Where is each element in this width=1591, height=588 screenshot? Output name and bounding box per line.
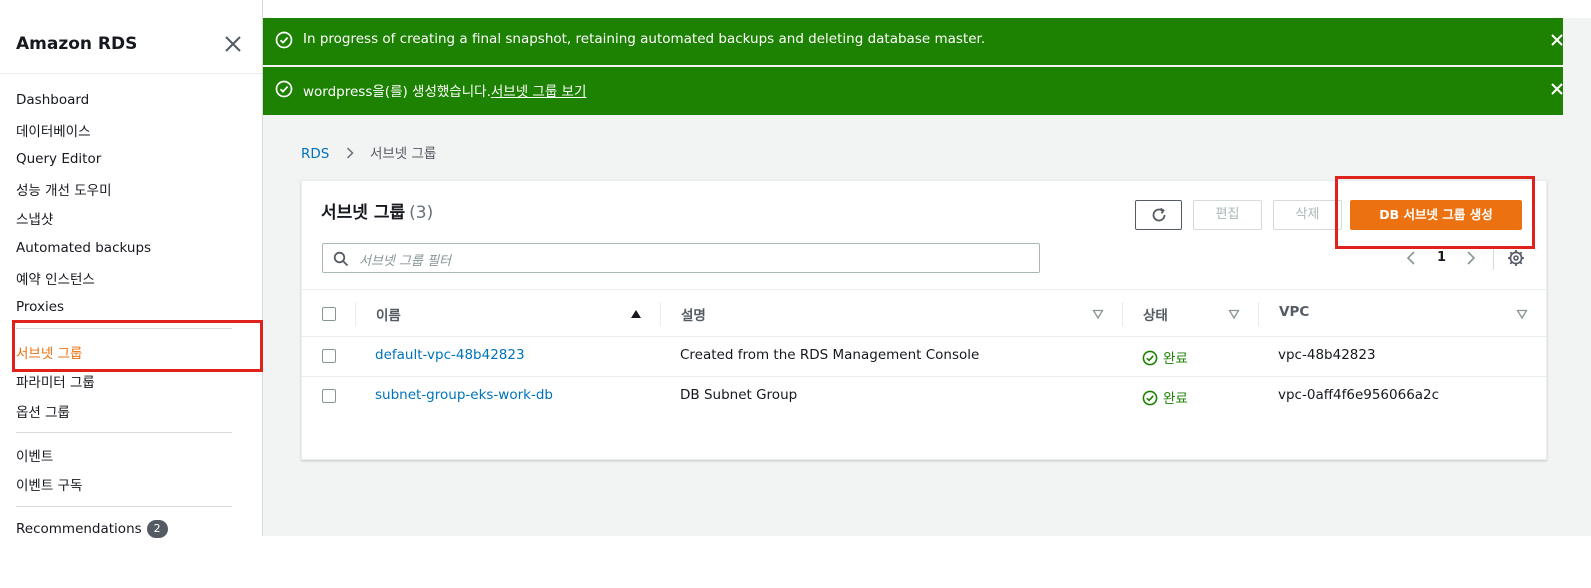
table-header: 이름 설명 상태 VPC [302,289,1546,337]
refresh-icon [1152,207,1165,222]
sidebar-divider [16,506,232,507]
sidebar-item-query-editor[interactable]: Query Editor [16,151,101,167]
flash-message-text: wordpress을(를) 생성했습니다. [303,84,491,100]
sidebar-item-option-groups[interactable]: 옵션 그룹 [16,401,70,421]
flash-message: In progress of creating a final snapshot… [303,31,986,47]
breadcrumb: RDS 서브넷 그룹 [301,142,436,162]
column-divider [1122,302,1123,326]
subnet-group-description: Created from the RDS Management Console [680,347,980,363]
sidebar-header: Amazon RDS [0,0,262,74]
gear-icon[interactable] [1507,249,1525,267]
main-content: In progress of creating a final snapshot… [263,18,1591,536]
table-row[interactable]: default-vpc-48b42823 Created from the RD… [302,337,1546,377]
sidebar-divider [16,432,232,433]
count-badge: 2 [146,520,168,538]
flash-message: wordpress을(를) 생성했습니다.서브넷 그룹 보기 [303,80,586,100]
chevron-left-icon[interactable] [1404,249,1418,267]
select-all-checkbox[interactable] [322,307,336,321]
highlight-box [12,320,263,372]
panel-title: 서브넷 그룹 (3) [321,198,433,223]
subnet-group-name-link[interactable]: default-vpc-48b42823 [375,347,525,363]
delete-button[interactable]: 삭제 [1273,200,1342,230]
sort-icon[interactable] [1092,308,1104,320]
check-circle-icon [275,80,293,98]
panel-count: (3) [409,203,434,223]
sidebar-item-event-subscriptions[interactable]: 이벤트 구독 [16,474,82,494]
status-text: 완료 [1163,391,1188,407]
close-icon[interactable] [1549,80,1565,98]
sidebar-item-automated-backups[interactable]: Automated backups [16,240,151,256]
chevron-right-icon [346,147,354,159]
sidebar-item-events[interactable]: 이벤트 [16,445,53,465]
status-badge: 완료 [1142,347,1188,367]
breadcrumb-current: 서브넷 그룹 [369,146,437,162]
close-icon[interactable] [222,33,244,55]
sidebar-title: Amazon RDS [16,34,138,54]
flash-notification-progress: In progress of creating a final snapshot… [263,18,1563,65]
sidebar-item-snapshots[interactable]: 스냅샷 [16,208,53,228]
subnet-group-description: DB Subnet Group [680,387,798,403]
status-badge: 완료 [1142,387,1188,407]
view-subnet-groups-link[interactable]: 서브넷 그룹 보기 [491,84,587,100]
column-header-name[interactable]: 이름 [376,304,401,324]
subnet-group-name-link[interactable]: subnet-group-eks-work-db [375,387,553,403]
check-circle-icon [1142,350,1158,366]
flash-notification-success: wordpress을(를) 생성했습니다.서브넷 그룹 보기 [263,67,1563,115]
sidebar-item-parameter-groups[interactable]: 파라미터 그룹 [16,371,95,391]
sort-icon[interactable] [1228,308,1240,320]
rds-console: Amazon RDS Dashboard 데이터베이스 Query Editor… [0,0,1591,588]
table-row[interactable]: subnet-group-eks-work-db DB Subnet Group… [302,377,1546,417]
column-header-vpc[interactable]: VPC [1279,304,1309,320]
chevron-right-icon[interactable] [1464,249,1478,267]
column-header-status[interactable]: 상태 [1143,304,1168,324]
vpc-id: vpc-0aff4f6e956066a2c [1278,387,1440,403]
edit-button[interactable]: 편집 [1193,200,1262,230]
divider [1493,246,1494,270]
status-text: 완료 [1163,351,1188,367]
sidebar-item-performance-insights[interactable]: 성능 개선 도우미 [16,179,112,199]
panel-title-text: 서브넷 그룹 [321,203,406,223]
highlight-box [1335,176,1535,249]
breadcrumb-rds-link[interactable]: RDS [301,146,329,162]
column-header-description[interactable]: 설명 [681,304,706,324]
sort-ascending-icon[interactable] [630,308,642,320]
current-page[interactable]: 1 [1437,250,1446,265]
row-checkbox[interactable] [322,349,336,363]
sidebar-item-recommendations[interactable]: Recommendations 2 [16,520,168,538]
row-checkbox[interactable] [322,389,336,403]
sidebar: Amazon RDS Dashboard 데이터베이스 Query Editor… [0,0,263,538]
column-divider [1258,302,1259,326]
column-divider [660,302,661,326]
sidebar-item-reserved-instances[interactable]: 예약 인스턴스 [16,268,95,288]
sidebar-item-dashboard[interactable]: Dashboard [16,92,89,108]
refresh-button[interactable] [1135,200,1182,230]
sidebar-item-databases[interactable]: 데이터베이스 [16,120,91,140]
search-icon [333,251,349,267]
vpc-id: vpc-48b42823 [1278,347,1376,363]
search-input[interactable]: 서브넷 그룹 필터 [322,243,1040,273]
sidebar-item-label: Recommendations [16,521,142,537]
search-placeholder: 서브넷 그룹 필터 [359,254,451,269]
sort-icon[interactable] [1516,308,1528,320]
sidebar-item-proxies[interactable]: Proxies [16,299,64,315]
column-divider [355,302,356,326]
close-icon[interactable] [1549,31,1565,49]
check-circle-icon [1142,390,1158,406]
check-circle-icon [275,31,293,49]
pagination: 1 [1402,246,1542,270]
